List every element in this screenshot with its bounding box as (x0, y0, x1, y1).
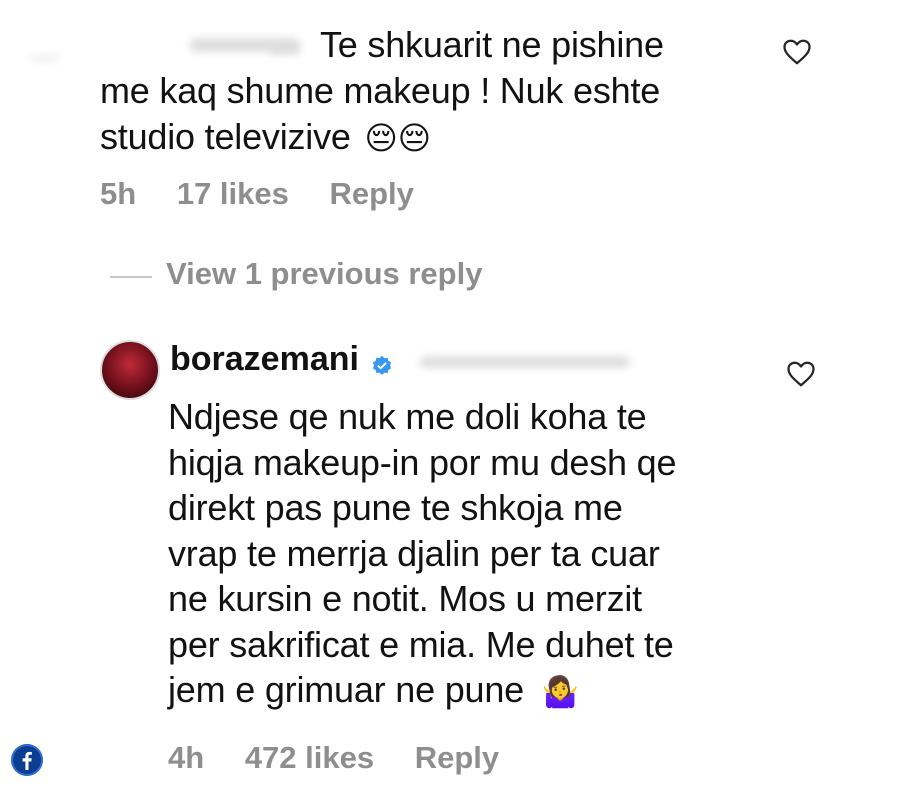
comment2-last-line: jem e grimuar ne pune 🤷‍♀️ (168, 667, 676, 716)
view-previous-replies-button[interactable]: View 1 previous reply (166, 256, 482, 292)
comment2-body: Ndjese qe nuk me doli koha te hiqja make… (168, 394, 677, 716)
comment2-line: hiqja makeup-in por mu desh qe (168, 441, 677, 483)
avatar[interactable] (100, 340, 160, 400)
redacted-username-end (270, 48, 300, 54)
comment2-line: vrap te merrja djalin per ta cuar (168, 532, 660, 574)
comment1-line2: me kaq shume makeup ! Nuk eshte (100, 70, 661, 111)
shrug-emoji: 🤷‍♀️ (541, 676, 579, 709)
comment2-line: jem e grimuar ne pune (168, 669, 524, 710)
comment2-header: borazemani (170, 340, 393, 379)
comment2-line: Ndjese qe nuk me doli koha te (168, 396, 647, 437)
comment1-meta: 5h 17 likes Reply (100, 176, 446, 212)
comment2-line: ne kursin e notit. Mos u merzit (168, 578, 642, 619)
redacted-mark (30, 55, 60, 61)
comment1-line3-wrap: studio televizive 😔😔 (100, 114, 431, 161)
comment2-meta: 4h 472 likes Reply (168, 740, 531, 776)
comment2-time: 4h (168, 740, 205, 775)
heart-icon[interactable] (782, 38, 812, 66)
verified-badge-icon (373, 355, 392, 375)
comment1-time: 5h (100, 176, 137, 211)
comment1-line1: Te shkuarit ne pishine (320, 24, 664, 65)
comment2-username[interactable]: borazemani (170, 340, 359, 378)
comment2-likes[interactable]: 472 likes (245, 740, 374, 775)
redacted-mention (420, 356, 630, 368)
comment1-reply-button[interactable]: Reply (329, 176, 413, 211)
comment1-line3: studio televizive (100, 116, 351, 157)
pensive-emoji: 😔😔 (364, 120, 432, 156)
thread-divider (110, 276, 152, 278)
heart-icon[interactable] (786, 360, 816, 388)
comment2-reply-button[interactable]: Reply (415, 740, 499, 775)
facebook-icon (11, 744, 43, 776)
comment2-line: per sakrificat e mia. Me duhet te (168, 623, 674, 665)
comment1-likes[interactable]: 17 likes (177, 176, 289, 211)
comment2-line: direkt pas pune te shkoja me (168, 487, 623, 528)
